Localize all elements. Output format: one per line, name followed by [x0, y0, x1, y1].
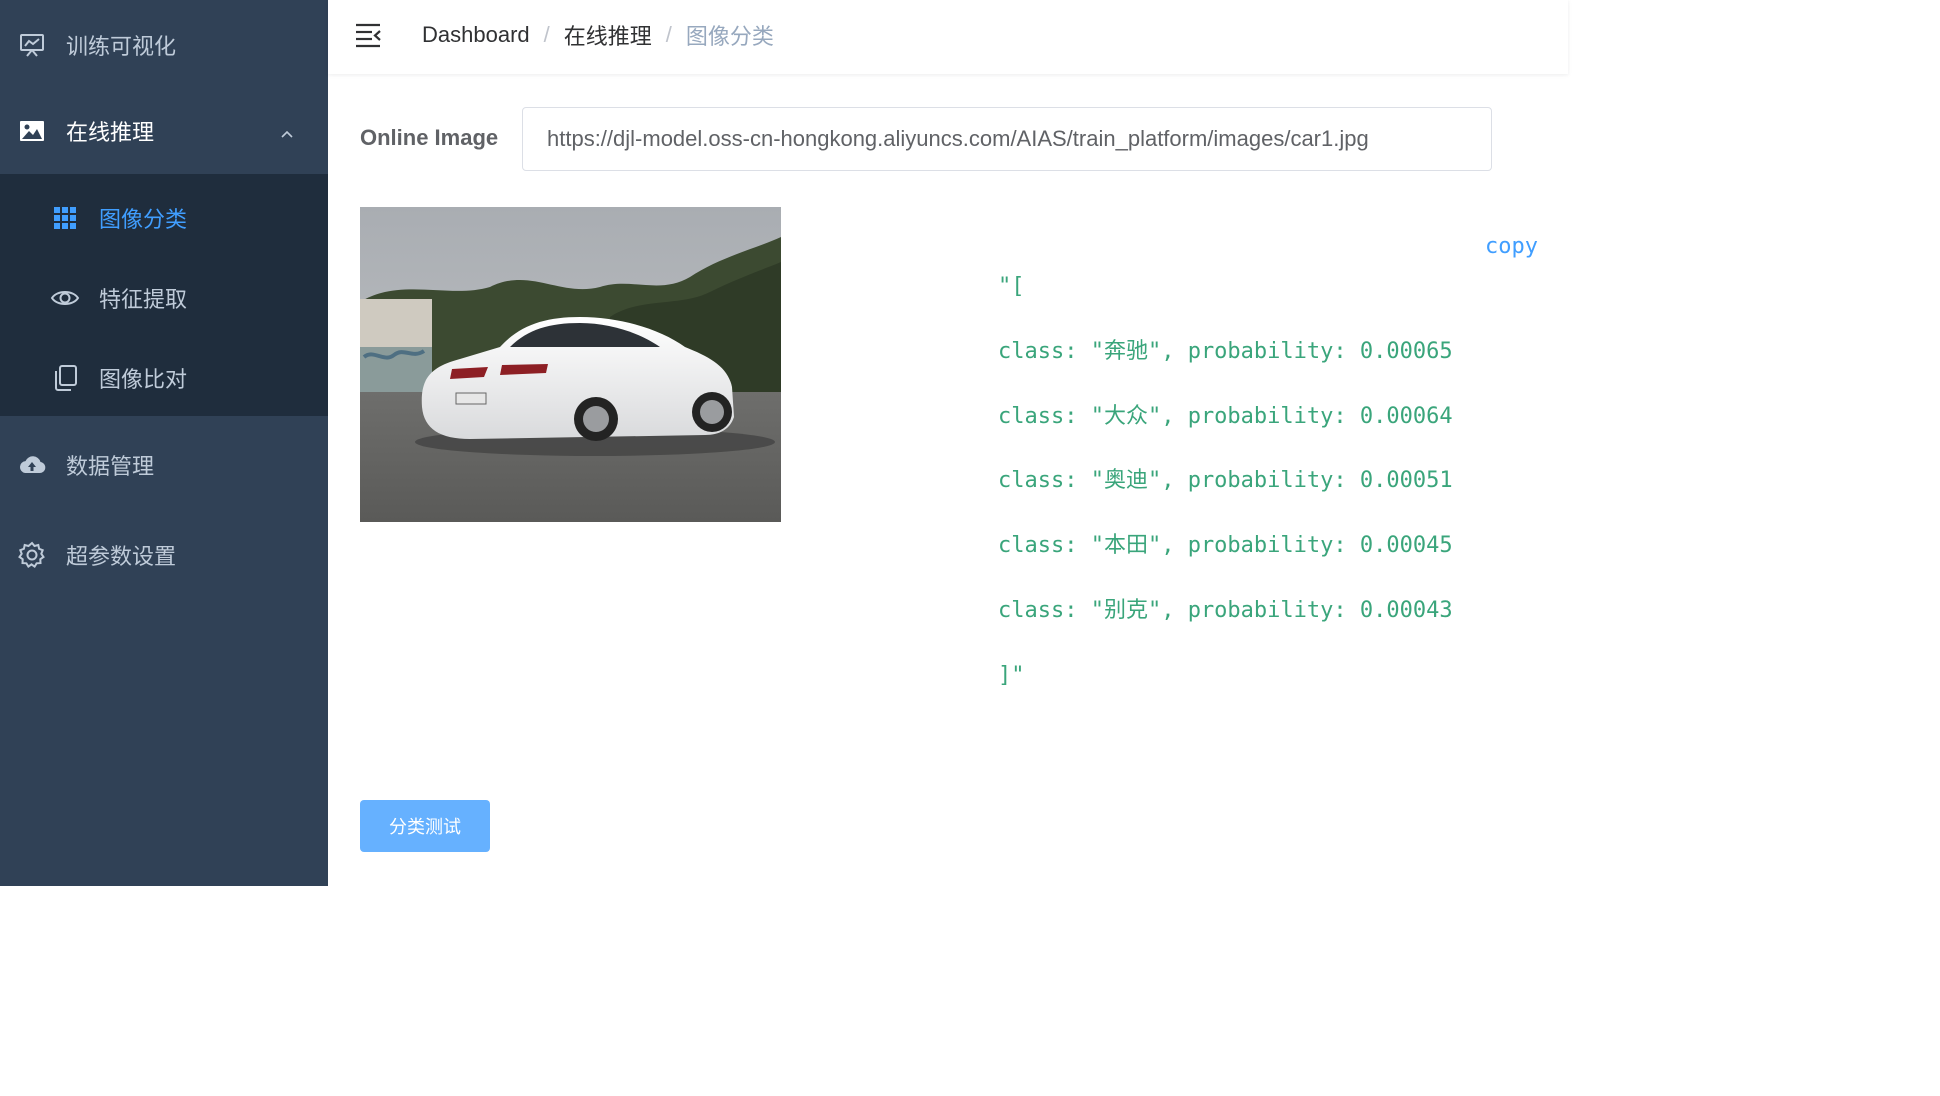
breadcrumb-dashboard[interactable]: Dashboard — [422, 22, 530, 48]
result-open: "[ — [998, 274, 1025, 299]
sidebar-item-label: 图像比对 — [99, 368, 188, 393]
hamburger-menu-icon[interactable] — [354, 20, 384, 50]
breadcrumb-separator: / — [543, 22, 550, 47]
result-line: class: "别克", probability: 0.00043 — [998, 597, 1453, 623]
copy-link[interactable]: copy — [1485, 234, 1538, 259]
result-close: ]" — [998, 662, 1025, 688]
image-url-input[interactable] — [522, 107, 1492, 171]
sidebar-item-label: 在线推理 — [66, 121, 155, 146]
result-line: class: "大众", probability: 0.00064 — [998, 403, 1453, 429]
breadcrumb-online-inference: 在线推理 — [563, 24, 652, 49]
sidebar: 训练可视化 在线推理 图像分类 特征提取 图像比对 数据管理 超参数设置 — [0, 0, 328, 886]
result-line: class: "奔驰", probability: 0.00065 — [998, 338, 1453, 364]
gear-icon — [18, 541, 46, 569]
sidebar-item-label: 超参数设置 — [66, 545, 177, 570]
classification-result: "[ class: "奔驰", probability: 0.00065 cla… — [998, 272, 1453, 726]
top-navbar: Dashboard / 在线推理 / 图像分类 — [328, 0, 1568, 74]
picture-icon — [18, 117, 46, 145]
result-line: class: "奥迪", probability: 0.00051 — [998, 468, 1453, 494]
sidebar-item-image-comparison[interactable]: 图像比对 — [0, 338, 328, 418]
eye-icon — [50, 283, 80, 313]
result-line: class: "本田", probability: 0.00045 — [998, 533, 1453, 559]
sidebar-item-label: 训练可视化 — [66, 35, 177, 60]
sidebar-item-label: 数据管理 — [66, 455, 155, 480]
breadcrumb-current: 图像分类 — [685, 24, 774, 49]
classify-test-button[interactable]: 分类测试 — [360, 800, 490, 852]
sidebar-item-training-visualization[interactable]: 训练可视化 — [0, 0, 328, 90]
sidebar-item-image-classification[interactable]: 图像分类 — [0, 178, 328, 258]
grid-icon — [50, 203, 80, 233]
sidebar-item-feature-extraction[interactable]: 特征提取 — [0, 258, 328, 338]
presentation-chart-icon — [18, 31, 46, 59]
sidebar-item-label: 特征提取 — [99, 288, 188, 313]
sidebar-item-label: 图像分类 — [99, 208, 188, 233]
cloud-upload-icon — [18, 451, 46, 479]
breadcrumb: Dashboard / 在线推理 / 图像分类 — [422, 19, 774, 51]
car-preview-image — [360, 207, 781, 522]
breadcrumb-separator: / — [665, 22, 672, 47]
sidebar-item-online-inference[interactable]: 在线推理 — [0, 86, 328, 176]
online-image-label: Online Image — [360, 125, 499, 150]
sidebar-item-hyperparameter-settings[interactable]: 超参数设置 — [0, 510, 328, 600]
submenu-online-inference: 图像分类 特征提取 图像比对 — [0, 174, 328, 416]
chevron-up-icon — [280, 122, 294, 138]
copy-icon — [50, 363, 80, 393]
sidebar-item-data-management[interactable]: 数据管理 — [0, 420, 328, 510]
